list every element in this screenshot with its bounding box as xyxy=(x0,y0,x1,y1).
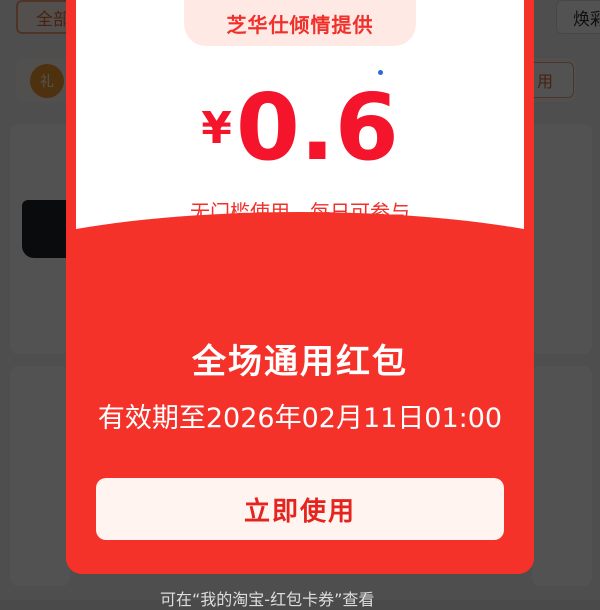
currency-symbol: ¥ xyxy=(201,103,232,154)
amount-value: 0.6 xyxy=(235,74,399,181)
use-now-button[interactable]: 立即使用 xyxy=(96,478,504,540)
expiry-date: 有效期至2026年02月11日01:00 xyxy=(97,403,503,434)
bottom-hint: 可在“我的淘宝-红包卡券”查看 xyxy=(160,590,375,609)
red-packet-modal: 芝华仕倾情提供 ¥0.6 无门槛使用，每日可参与 全场通用红包 有效期至2026… xyxy=(66,0,534,574)
provider-label: 芝华仕倾情提供 xyxy=(226,12,374,37)
coupon-amount: ¥0.6 xyxy=(76,78,524,178)
coupon-title: 全场通用红包 xyxy=(192,342,408,382)
use-now-label: 立即使用 xyxy=(243,496,356,527)
provider-tab: 芝华仕倾情提供 xyxy=(184,0,416,46)
coupon-top-panel: 芝华仕倾情提供 ¥0.6 无门槛使用，每日可参与 xyxy=(76,0,524,248)
